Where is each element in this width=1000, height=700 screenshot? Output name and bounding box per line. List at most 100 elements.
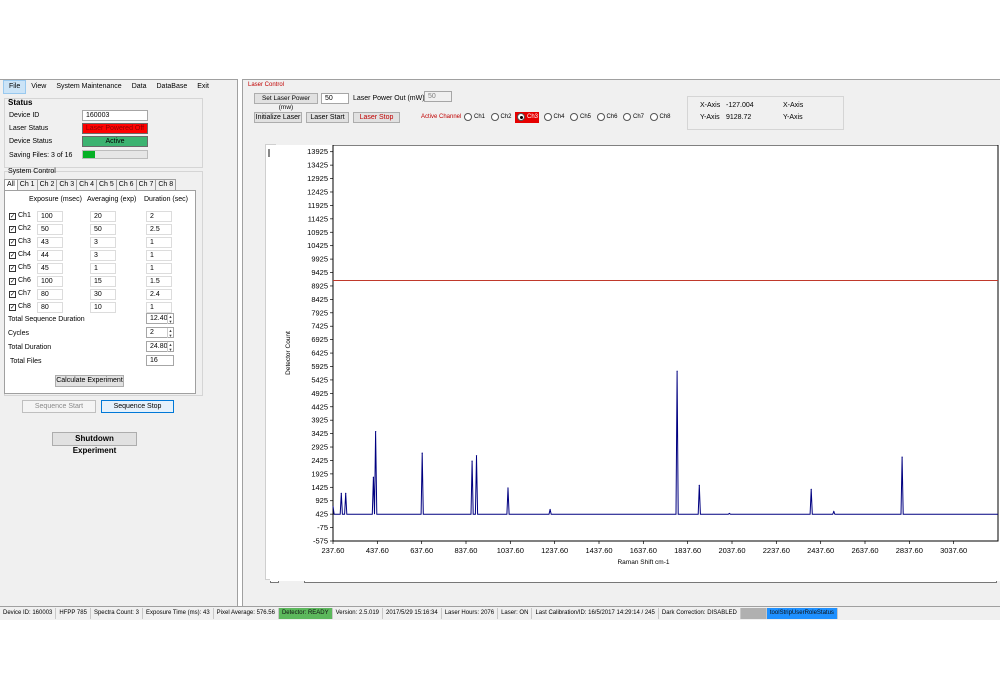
y-tick-label: 5425 xyxy=(311,375,328,384)
y-tick-label: 4425 xyxy=(311,402,328,411)
channel-checkbox[interactable]: ✓ xyxy=(9,226,16,233)
channel-label: Ch7 xyxy=(18,290,31,297)
radio-channel-ch2[interactable]: Ch2 xyxy=(489,112,513,123)
channel-checkbox[interactable]: ✓ xyxy=(9,291,16,298)
radio-button-icon[interactable] xyxy=(596,113,605,121)
app-window: File View System Maintenance Data DataBa… xyxy=(0,0,1000,700)
x-tick-label: 1437.60 xyxy=(585,546,612,555)
radio-button-icon[interactable] xyxy=(490,113,499,121)
channel-checkbox[interactable]: ✓ xyxy=(9,252,16,259)
spinner-arrows-icon[interactable]: ▲ ▼ xyxy=(167,314,173,324)
averaging-field[interactable]: 30 xyxy=(90,289,116,300)
y-tick-label: 13425 xyxy=(307,161,328,170)
sequence-stop-button[interactable]: Sequence Stop xyxy=(101,400,174,413)
cursor-x-label: X-Axis xyxy=(700,102,721,109)
radio-button-icon[interactable] xyxy=(570,113,578,121)
spectrum-chart[interactable]: 13925 13425 12925 12425 11925 11425 10925 10425… xyxy=(270,145,1000,581)
radio-channel-ch3[interactable]: Ch3 xyxy=(515,112,539,123)
y-tick-label: 4925 xyxy=(311,389,328,398)
laser-status-label: Laser Status xyxy=(9,125,49,132)
channel-checkbox[interactable]: ✓ xyxy=(9,265,16,272)
channel-checkbox[interactable]: ✓ xyxy=(9,278,16,285)
duration-field[interactable]: 1 xyxy=(146,263,172,274)
radio-button-icon[interactable] xyxy=(464,113,472,121)
menu-data[interactable]: Data xyxy=(127,81,152,93)
duration-field[interactable]: 2.4 xyxy=(146,289,172,300)
duration-field[interactable]: 1 xyxy=(146,237,172,248)
radio-button-icon[interactable] xyxy=(623,113,631,121)
duration-field[interactable]: 2 xyxy=(146,211,172,222)
radio-label: Ch1 xyxy=(474,114,486,120)
menu-database[interactable]: DataBase xyxy=(152,81,193,93)
radio-label: Ch4 xyxy=(553,114,565,120)
sb-version: Version: 2.5.019 xyxy=(333,608,383,619)
exposure-field[interactable]: 43 xyxy=(37,237,63,248)
averaging-field[interactable]: 20 xyxy=(90,211,116,222)
y-tick-label: 2425 xyxy=(311,456,328,465)
y-tick-label: 10425 xyxy=(307,241,328,250)
y-tick-label: 11425 xyxy=(308,214,328,223)
peak-point xyxy=(728,512,731,515)
averaging-field[interactable]: 10 xyxy=(90,302,116,313)
radio-channel-ch6[interactable]: Ch6 xyxy=(595,112,619,123)
laser-start-button[interactable]: Laser Start xyxy=(306,112,349,123)
menu-file[interactable]: File xyxy=(3,80,27,94)
spectrum-plot[interactable]: 13925 13425 12925 12425 11925 11425 10925 10425… xyxy=(270,145,1000,581)
spinner-arrows-icon[interactable]: ▲ ▼ xyxy=(167,342,173,352)
cursor-y-label-2: Y-Axis xyxy=(783,114,803,121)
duration-field[interactable]: 2.5 xyxy=(146,224,172,235)
exposure-field[interactable]: 80 xyxy=(37,302,63,313)
averaging-field[interactable]: 15 xyxy=(90,276,116,287)
radio-channel-ch8[interactable]: Ch8 xyxy=(648,112,672,123)
duration-field[interactable]: 1.5 xyxy=(146,276,172,287)
menu-exit[interactable]: Exit xyxy=(192,81,214,93)
averaging-field[interactable]: 50 xyxy=(90,224,116,235)
exposure-field[interactable]: 100 xyxy=(37,276,63,287)
y-tick-label: 12925 xyxy=(307,174,328,183)
channel-label: Ch1 xyxy=(18,212,31,219)
plot-area xyxy=(332,145,999,542)
shutdown-experiment-button[interactable]: Shutdown Experiment xyxy=(52,432,137,455)
duration-field[interactable]: 1 xyxy=(146,250,172,261)
peak-point xyxy=(549,508,551,511)
y-tick-label: 1425 xyxy=(311,483,328,492)
averaging-field[interactable]: 3 xyxy=(90,237,116,248)
x-axis-label: Raman Shift cm-1 xyxy=(617,559,669,566)
channel-checkbox[interactable]: ✓ xyxy=(9,213,16,220)
laser-power-input[interactable]: 50 xyxy=(321,93,349,104)
channel-checkbox[interactable]: ✓ xyxy=(9,304,16,311)
exposure-field[interactable]: 44 xyxy=(37,250,63,261)
radio-label: Ch5 xyxy=(580,114,592,120)
exposure-field[interactable]: 100 xyxy=(37,211,63,222)
laser-stop-button[interactable]: Laser Stop xyxy=(353,112,400,123)
averaging-field[interactable]: 1 xyxy=(90,263,116,274)
y-tick-label: 5925 xyxy=(311,362,328,371)
exposure-field[interactable]: 80 xyxy=(37,289,63,300)
radio-button-icon[interactable] xyxy=(649,113,658,121)
radio-channel-ch1[interactable]: Ch1 xyxy=(462,112,486,123)
peak-point xyxy=(471,460,473,462)
exposure-field[interactable]: 50 xyxy=(37,224,63,235)
duration-field[interactable]: 1 xyxy=(146,302,172,313)
radio-label: Ch3 xyxy=(527,114,539,120)
menu-view[interactable]: View xyxy=(26,81,51,93)
calculate-experiment-button[interactable]: Calculate Experiment xyxy=(55,375,124,387)
device-id-field: 160003 xyxy=(82,110,148,121)
y-tick-label: 7425 xyxy=(311,322,328,331)
spinner-arrows-icon[interactable]: ▲ ▼ xyxy=(167,328,173,338)
channel-checkbox[interactable]: ✓ xyxy=(9,239,16,246)
radio-channel-ch7[interactable]: Ch7 xyxy=(621,112,645,123)
device-status-indicator: Active xyxy=(82,136,148,147)
initialize-laser-button[interactable]: Initialize Laser xyxy=(254,112,302,123)
sb-detector-status: Detector: READY xyxy=(278,608,333,619)
laser-power-out-label: Laser Power Out (mW) xyxy=(353,95,425,102)
sequence-start-button[interactable]: Sequence Start xyxy=(22,400,96,413)
radio-button-icon[interactable] xyxy=(517,113,525,121)
menu-system-maintenance[interactable]: System Maintenance xyxy=(51,81,126,93)
averaging-field[interactable]: 3 xyxy=(90,250,116,261)
radio-channel-ch5[interactable]: Ch5 xyxy=(568,112,592,123)
exposure-field[interactable]: 45 xyxy=(37,263,63,274)
radio-button-icon[interactable] xyxy=(543,113,552,121)
set-laser-power-button[interactable]: Set Laser Power (mw) xyxy=(254,93,318,111)
radio-channel-ch4[interactable]: Ch4 xyxy=(542,112,566,123)
